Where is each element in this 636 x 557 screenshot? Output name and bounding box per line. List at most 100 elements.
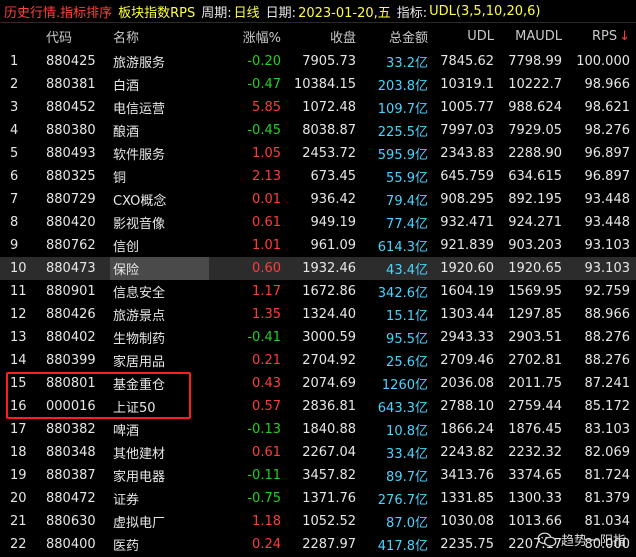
row-rps: 83.103: [584, 422, 631, 437]
table-row[interactable]: 10 880473 保险 0.60 1932.46 43.4亿 1920.60 1920.65…: [0, 257, 636, 280]
row-udl: 932.471: [440, 215, 494, 230]
table-row[interactable]: 17 880382 啤酒 -0.13 1840.88 10.8亿 1866.24 1876.4…: [0, 418, 636, 441]
row-udl: 921.839: [440, 238, 494, 253]
table-row[interactable]: 18 880348 其他建材 0.61 2267.04 33.4亿 2243.82 2232.…: [0, 441, 636, 464]
table-row[interactable]: 13 880402 生物制药 -0.41 3000.59 95.5亿 2943.33 2903…: [0, 326, 636, 349]
row-maudl: 892.195: [508, 192, 562, 207]
row-maudl: 1300.33: [508, 491, 562, 506]
row-rps: 93.448: [584, 215, 631, 230]
row-close: 1371.76: [302, 491, 356, 506]
row-name: 白酒: [113, 79, 140, 94]
row-code: 880402: [46, 330, 96, 345]
wechat-icon: [537, 532, 557, 547]
row-close: 10384.15: [293, 77, 356, 92]
column-header-rps[interactable]: RPS ↓: [566, 24, 630, 48]
row-change: -0.75: [247, 491, 281, 506]
date-value[interactable]: 2023-01-20,五: [298, 2, 391, 21]
row-index: 3: [10, 100, 19, 115]
table-row[interactable]: 1 880425 旅游服务 -0.20 7905.73 33.2亿 7845.62 7798.…: [0, 50, 636, 73]
row-close: 1840.88: [302, 422, 356, 437]
row-close: 2287.97: [302, 537, 356, 552]
table-row[interactable]: 14 880399 家居用品 0.21 2704.92 25.6亿 2709.46 2702.…: [0, 349, 636, 372]
row-amount: 43.4亿: [386, 263, 428, 278]
row-change: -0.41: [247, 330, 281, 345]
table-header: 代码 名称 涨幅% 收盘 总金额 UDL MAUDL RPS ↓: [0, 24, 636, 48]
indicator-label: 指标:: [396, 5, 428, 21]
row-code: 880493: [46, 146, 96, 161]
row-amount: 643.3亿: [377, 401, 428, 416]
table-row[interactable]: 9 880762 信创 1.01 961.09 614.3亿 921.839 903.203 9…: [0, 234, 636, 257]
table-row[interactable]: 12 880426 旅游景点 1.35 1324.40 15.1亿 1303.44 1297.…: [0, 303, 636, 326]
row-change: -0.11: [247, 468, 281, 483]
row-amount: 417.8亿: [377, 539, 428, 554]
row-change: 0.61: [252, 215, 281, 230]
row-close: 1072.48: [302, 100, 356, 115]
column-header-close[interactable]: 收盘: [284, 24, 356, 48]
row-name: 信创: [113, 240, 140, 255]
row-udl: 2788.10: [440, 399, 494, 414]
row-udl: 7845.62: [440, 54, 494, 69]
rps-header-label: RPS: [591, 28, 618, 44]
table-row[interactable]: 5 880493 软件服务 1.05 2453.72 595.9亿 2343.83 2288.…: [0, 142, 636, 165]
row-maudl: 2759.44: [508, 399, 562, 414]
watermark-text: 趋势一阳指: [560, 534, 626, 549]
row-udl: 7997.03: [440, 123, 494, 138]
indicator-value[interactable]: UDL(3,5,10,20,6): [429, 4, 540, 19]
row-udl: 1303.44: [440, 307, 494, 322]
row-udl: 2709.46: [440, 353, 494, 368]
row-close: 7905.73: [302, 54, 356, 69]
row-index: 5: [10, 146, 19, 161]
title-bar: 历史行情.指标排序 板块指数RPS 周期: 日线 日期: 2023-01-20,…: [0, 0, 636, 23]
row-change: -0.20: [247, 54, 281, 69]
column-header-name[interactable]: 名称: [110, 24, 209, 48]
row-rps: 96.897: [584, 169, 631, 184]
row-index: 10: [10, 261, 27, 276]
row-rps: 96.897: [584, 146, 631, 161]
table-row[interactable]: 19 880387 家用电器 -0.11 3457.82 89.7亿 3413.76 3374…: [0, 464, 636, 487]
row-change: 0.60: [252, 261, 281, 276]
row-change: -0.13: [247, 422, 281, 437]
table-row[interactable]: 20 880472 证券 -0.75 1371.76 276.7亿 1331.85 1300.…: [0, 487, 636, 510]
row-name: 医药: [113, 539, 140, 554]
row-maudl: 2232.32: [508, 445, 562, 460]
row-amount: 25.6亿: [386, 355, 428, 370]
row-rps: 88.276: [584, 353, 631, 368]
row-udl: 10319.1: [440, 77, 494, 92]
row-code: 880473: [46, 261, 96, 276]
row-maudl: 2702.81: [508, 353, 562, 368]
row-udl: 2235.75: [440, 537, 494, 552]
row-index: 11: [10, 284, 27, 299]
row-name: 家居用品: [113, 355, 166, 370]
table-row[interactable]: 3 880452 电信运营 5.85 1072.48 109.7亿 1005.77 988.6…: [0, 96, 636, 119]
column-header-change[interactable]: 涨幅%: [208, 24, 281, 48]
row-udl: 908.295: [440, 192, 494, 207]
table-row[interactable]: 7 880729 CXO概念 0.01 936.42 79.4亿 908.295 892.19…: [0, 188, 636, 211]
row-name: 酿酒: [113, 125, 140, 140]
row-name: 家用电器: [113, 470, 166, 485]
row-amount: 109.7亿: [377, 102, 428, 117]
table-row[interactable]: 2 880381 白酒 -0.47 10384.15 203.8亿 10319.1 10222…: [0, 73, 636, 96]
row-close: 1324.40: [302, 307, 356, 322]
row-index: 19: [10, 468, 27, 483]
period-value[interactable]: 日线: [234, 2, 260, 21]
table-row[interactable]: 4 880380 酿酒 -0.45 8038.87 225.5亿 7997.03 7929.0…: [0, 119, 636, 142]
table-row[interactable]: 11 880901 信息安全 1.17 1672.86 342.6亿 1604.19 1569…: [0, 280, 636, 303]
column-header-amount[interactable]: 总金额: [360, 24, 428, 48]
row-udl: 1005.77: [440, 100, 494, 115]
row-index: 4: [10, 123, 19, 138]
row-maudl: 10222.7: [508, 77, 562, 92]
row-amount: 77.4亿: [386, 217, 428, 232]
column-header-udl[interactable]: UDL: [432, 24, 494, 48]
row-amount: 55.9亿: [386, 171, 428, 186]
watermark: 趋势一阳指: [537, 530, 626, 549]
row-change: 1.35: [252, 307, 281, 322]
table-row[interactable]: 8 880420 影视音像 0.61 949.19 77.4亿 932.471 924.271…: [0, 211, 636, 234]
row-rps: 88.276: [584, 330, 631, 345]
column-header-maudl[interactable]: MAUDL: [498, 24, 562, 48]
table-row[interactable]: 6 880325 铜 2.13 673.45 55.9亿 645.759 634.615 96.…: [0, 165, 636, 188]
row-close: 1052.52: [302, 514, 356, 529]
row-code: 880762: [46, 238, 96, 253]
row-close: 2267.04: [302, 445, 356, 460]
column-header-code[interactable]: 代码: [46, 24, 106, 48]
row-change: 0.57: [252, 399, 281, 414]
